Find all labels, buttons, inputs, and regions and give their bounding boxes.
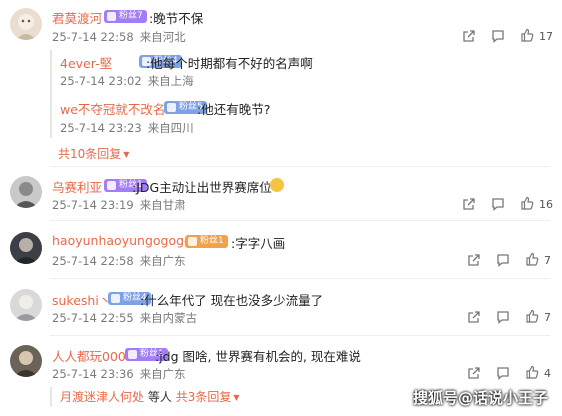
divider [50,335,550,336]
badge-icon [188,237,197,246]
comment-location: 来自甘肃 [139,198,186,212]
reply-date: 25-7-14 23:23 [60,121,142,135]
comment-icon[interactable] [491,29,505,43]
comment-location: 来自内蒙古 [139,311,198,325]
chevron-down-icon: ▼ [123,150,130,159]
comment-item: sukeshi丶 粉丝4 :什么年代了 现在也没多少流量了 25-7-14 22… [0,283,562,335]
thumbs-up-icon[interactable] [525,365,539,379]
fan-badge-label: 粉丝7 [119,11,143,21]
expand-replies-label: 共10条回复 [58,147,122,161]
thumbs-up-icon[interactable] [520,196,534,210]
comment-meta: 25-7-14 22:58 来自广东 [52,253,192,269]
comment-text: :晚节不保 [149,11,204,26]
avatar[interactable] [10,232,42,264]
comment-text: :JDG主动让出世界赛席位 [132,180,272,195]
badge-icon [167,103,176,112]
username[interactable]: haoyunhaoyungogogo [52,233,192,248]
divider [50,278,550,279]
comment-meta: 25-7-14 22:55 来自内蒙古 [52,310,203,326]
badge-icon [111,294,120,303]
comment-text: :jdg 图啥, 世界赛有机会的, 现在难说 [155,349,361,364]
fan-badge-label: 粉丝1 [200,236,224,246]
comment-date: 25-7-14 23:36 [52,367,134,381]
comment-date: 25-7-14 22:58 [52,30,134,44]
reply-thread: 4ever-堅 粉丝4 :他每个时期都有不好的名声啊 25-7-14 23:02… [50,50,512,138]
username[interactable]: 人人都玩000 [52,346,126,365]
comment-icon[interactable] [491,197,505,211]
expand-replies-label: 共3条回复 [175,390,232,404]
reply-meta: 25-7-14 23:02 来自上海 [60,73,200,89]
watermark: 搜狐号@话说小王子 [412,389,548,407]
share-icon[interactable] [467,253,481,267]
share-icon[interactable] [462,29,476,43]
reply-preview-suffix: 等人 [147,390,172,404]
comment-meta: 25-7-14 23:36 来自广东 [52,366,192,382]
badge-icon [107,12,116,21]
username[interactable]: sukeshi丶 [52,290,111,309]
avatar[interactable] [10,289,42,321]
comment-meta: 25-7-14 22:58 来自河北 [52,29,192,45]
username[interactable]: 君莫渡河 [52,8,102,27]
comment-text: :什么年代了 现在也没多少流量了 [140,293,324,308]
comment-text: :字字八画 [231,236,286,251]
badge-icon [128,350,137,359]
thumbs-up-icon[interactable] [525,309,539,323]
emoji-icon [270,178,284,192]
divider [50,220,550,221]
share-icon[interactable] [462,197,476,211]
comment-date: 25-7-14 22:55 [52,311,134,325]
like-count: 7 [544,254,551,267]
reply-text: :他每个时期都有不好的名声啊 [146,56,313,71]
fan-badge: 粉丝1 [185,235,228,248]
like-count: 16 [539,198,553,211]
reply-preview-user[interactable]: 月渡迷津人何处 [60,390,144,404]
like-count: 7 [544,311,551,324]
comment-date: 25-7-14 23:19 [52,198,134,212]
comment-meta: 25-7-14 23:19 来自甘肃 [52,197,192,213]
avatar[interactable] [10,176,42,208]
comment-icon[interactable] [496,310,510,324]
reply-meta: 25-7-14 23:23 来自四川 [60,120,200,136]
reply-date: 25-7-14 23:02 [60,74,142,88]
reply-text: :他还有晚节? [197,102,271,117]
expand-replies-button[interactable]: 月渡迷津人何处 等人 共3条回复 ▼ [60,388,239,405]
reply-username[interactable]: we不夺冠就不改名 [60,99,165,118]
avatar[interactable] [10,345,42,377]
divider [50,166,550,167]
thumbs-up-icon[interactable] [520,28,534,42]
comment-location: 来自河北 [139,30,186,44]
thumbs-up-icon[interactable] [525,252,539,266]
comment-item: haoyunhaoyungogogo 粉丝1 :字字八画 25-7-14 22:… [0,226,562,278]
reply-username[interactable]: 4ever-堅 [60,53,112,72]
like-count: 17 [539,30,553,43]
share-icon[interactable] [467,310,481,324]
avatar[interactable] [10,8,42,40]
comment-location: 来自广东 [139,254,186,268]
reply-location: 来自上海 [147,74,194,88]
chevron-down-icon: ▼ [233,393,240,402]
comment-item: 乌赛利亚 粉丝1 :JDG主动让出世界赛席位 25-7-14 23:19 来自甘肃… [0,170,562,222]
reply-location: 来自四川 [147,121,194,135]
username[interactable]: 乌赛利亚 [52,177,102,196]
comment-icon[interactable] [496,366,510,380]
badge-icon [107,181,116,190]
comment-date: 25-7-14 22:58 [52,254,134,268]
like-count: 4 [544,367,551,380]
comment-location: 来自广东 [139,367,186,381]
comment-icon[interactable] [496,253,510,267]
fan-badge: 粉丝7 [104,10,147,23]
comment-item: 君莫渡河 粉丝7 :晚节不保 25-7-14 22:58 来自河北 17 4eve… [0,0,562,170]
share-icon[interactable] [467,366,481,380]
expand-replies-button[interactable]: 共10条回复 ▼ [58,145,129,162]
